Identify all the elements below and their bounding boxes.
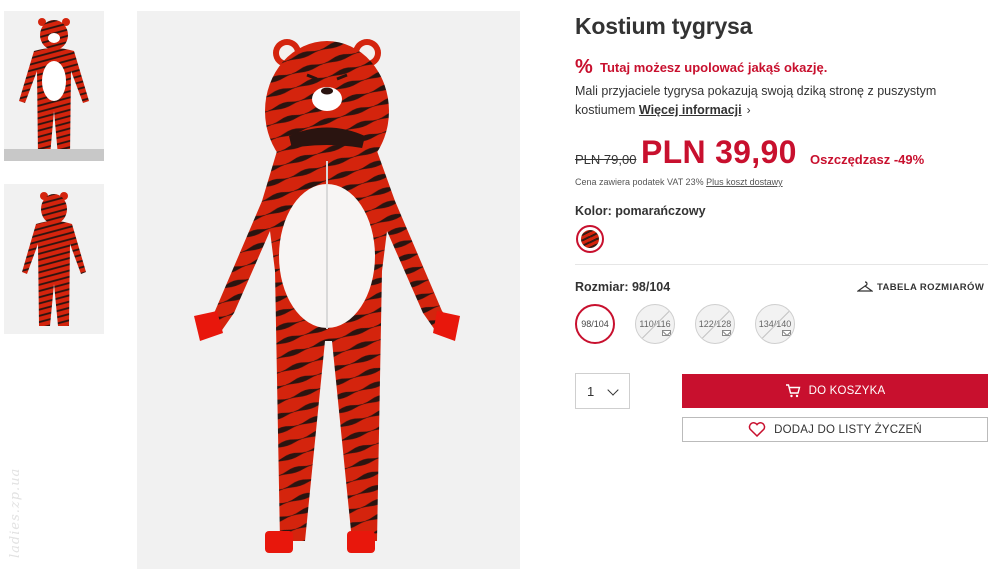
- tiger-costume-back-image: [22, 192, 86, 326]
- color-swatch-orange[interactable]: [576, 225, 604, 253]
- watermark-text: ladies.zp.ua: [8, 467, 23, 558]
- size-option-110-116[interactable]: 110/116: [635, 304, 675, 344]
- quantity-select[interactable]: 1: [575, 373, 630, 409]
- vat-text: Cena zawiera podatek VAT 23%: [575, 177, 704, 187]
- divider: [575, 264, 988, 265]
- description-text: Mali przyjaciele tygrysa pokazują swoją …: [575, 84, 937, 117]
- current-price: PLN 39,90: [641, 134, 797, 170]
- size-option-label: 98/104: [581, 319, 609, 329]
- thumbnail-back[interactable]: [4, 184, 104, 334]
- tiger-stripe-swatch: [581, 230, 599, 248]
- watermark: ladies.zp.ua: [4, 430, 30, 560]
- size-table-label: TABELA ROZMIARÓW: [877, 281, 985, 293]
- thumbnail-gallery: [4, 11, 104, 357]
- add-to-cart-button[interactable]: DO KOSZYKA: [682, 374, 988, 408]
- hanger-icon: [857, 281, 873, 292]
- tiger-costume-front-image: [19, 18, 89, 156]
- more-info-link[interactable]: Więcej informacji: [639, 103, 742, 117]
- product-description: Mali przyjaciele tygrysa pokazują swoją …: [575, 82, 945, 120]
- shipping-cost-link[interactable]: Plus koszt dostawy: [706, 177, 783, 187]
- size-option-122-128[interactable]: 122/128: [695, 304, 735, 344]
- old-price: PLN 79,00: [575, 152, 637, 167]
- add-to-wishlist-button[interactable]: DODAJ DO LISTY ŻYCZEŃ: [682, 417, 988, 442]
- deal-banner: % Tutaj możesz upolować jakąś okazję.: [575, 56, 827, 79]
- mail-icon: [722, 330, 731, 336]
- deal-text: Tutaj możesz upolować jakąś okazję.: [600, 60, 828, 75]
- percent-icon: %: [575, 56, 593, 78]
- chevron-right-icon: ›: [746, 103, 751, 117]
- size-label: Rozmiar: 98/104: [575, 280, 671, 294]
- mail-icon: [662, 330, 671, 336]
- savings-badge: Oszczędzasz -49%: [810, 152, 925, 167]
- tiger-costume-image: [194, 39, 460, 553]
- quantity-value: 1: [587, 383, 595, 399]
- chevron-down-icon: [607, 384, 619, 396]
- add-to-cart-label: DO KOSZYKA: [808, 385, 886, 397]
- main-product-image[interactable]: [137, 11, 520, 569]
- mail-icon: [782, 330, 791, 336]
- heart-icon: [748, 422, 766, 437]
- size-option-134-140[interactable]: 134/140: [755, 304, 795, 344]
- size-table-link[interactable]: TABELA ROZMIARÓW: [857, 281, 984, 293]
- thumbnail-front[interactable]: [4, 11, 104, 161]
- cart-icon: [785, 384, 801, 398]
- vat-note: Cena zawiera podatek VAT 23% Plus koszt …: [575, 177, 783, 187]
- product-title: Kostium tygrysa: [575, 13, 753, 39]
- add-to-wishlist-label: DODAJ DO LISTY ŻYCZEŃ: [774, 423, 922, 436]
- color-label: Kolor: pomarańczowy: [575, 204, 706, 218]
- size-option-98-104[interactable]: 98/104: [575, 304, 615, 344]
